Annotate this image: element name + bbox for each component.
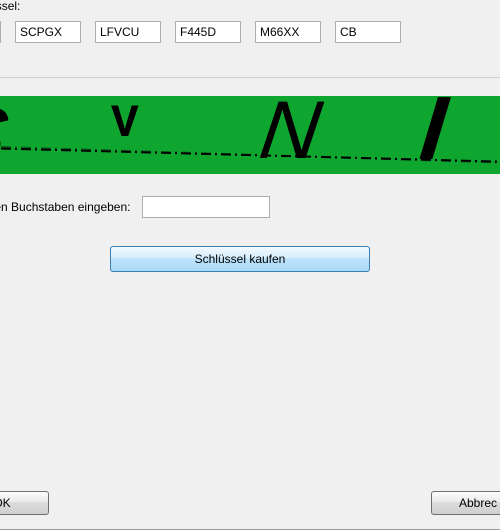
key-segment-4[interactable] xyxy=(175,21,241,43)
key-segment-6[interactable] xyxy=(335,21,401,43)
key-segment-2[interactable] xyxy=(15,21,81,43)
key-segment-3[interactable] xyxy=(95,21,161,43)
cancel-button[interactable]: Abbrec xyxy=(431,491,500,515)
captcha-prompt-label: ier obigen Buchstaben eingeben: xyxy=(0,200,130,214)
captcha-letter: V xyxy=(111,98,137,150)
dialog-content: gsschlüssel: S V N I ier obigen Buchstab… xyxy=(0,0,500,284)
captcha-letter: S xyxy=(0,96,14,174)
activation-key-label: gsschlüssel: xyxy=(0,0,500,13)
buy-button-row: Schlüssel kaufen xyxy=(0,246,500,272)
key-segment-1[interactable] xyxy=(0,21,1,43)
captcha-input-row: ier obigen Buchstaben eingeben: xyxy=(0,196,500,218)
captcha-letter: I xyxy=(416,96,452,174)
key-input-row xyxy=(0,21,500,43)
captcha-input[interactable] xyxy=(142,196,270,218)
captcha-letter: N xyxy=(254,96,326,174)
dialog-footer: OK Abbrec xyxy=(0,491,500,525)
dialog-window: gsschlüssel: S V N I ier obigen Buchstab… xyxy=(0,0,500,530)
section-divider xyxy=(0,77,500,78)
ok-button[interactable]: OK xyxy=(0,491,49,515)
captcha-image: S V N I xyxy=(0,96,500,174)
buy-key-button[interactable]: Schlüssel kaufen xyxy=(110,246,370,272)
key-segment-5[interactable] xyxy=(255,21,321,43)
